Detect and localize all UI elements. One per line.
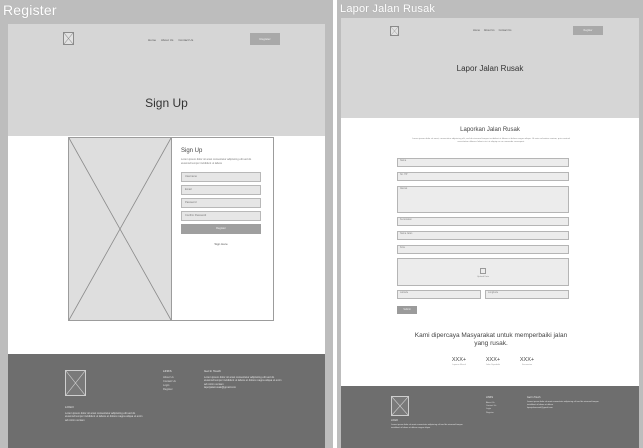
- footer-email[interactable]: laporjalanrusak@gmail.com: [204, 386, 284, 390]
- footer-about: LOGO Lorem ipsum dolor sit amet consecte…: [65, 405, 145, 422]
- username-field[interactable]: Username: [181, 171, 261, 182]
- footer-logo-icon: [391, 396, 409, 416]
- report-form-title: Laporkan Jalan Rusak: [460, 127, 520, 133]
- signup-form-description: Lorem ipsum dolor sit amet consectetur a…: [181, 158, 252, 165]
- image-placeholder: [69, 138, 172, 320]
- report-hero-title: Lapor Jalan Rusak: [456, 64, 524, 73]
- footer-about-text: Lorem ipsum dolor sit amet consectetur a…: [65, 411, 143, 422]
- register-footer: LOGO Lorem ipsum dolor sit amet consecte…: [8, 354, 325, 448]
- footer-links: LINKS About Us Contact Us Login Register: [486, 396, 516, 415]
- footer-contact-heading: Get In Touch: [527, 396, 541, 399]
- footer-contact-heading: Get In Touch: [204, 369, 221, 373]
- nav-home[interactable]: Home: [473, 29, 480, 32]
- footer-links: LINKS About Us Contact Us Login Register: [163, 369, 193, 392]
- report-hero: Home About Us Contact Us Register Lapor …: [341, 18, 639, 118]
- footer-email[interactable]: laporjalanrusak@gmail.com: [527, 407, 603, 410]
- report-footer: LOGO Lorem ipsum dolor sit amet consecte…: [341, 386, 639, 448]
- register-hero-title: Sign Up: [145, 96, 188, 110]
- kota-field[interactable]: Kota: [397, 245, 569, 254]
- signup-card: Sign Up Lorem ipsum dolor sit amet conse…: [68, 137, 274, 321]
- footer-logo-icon: [65, 370, 86, 396]
- register-hero: Home About Us Contact Us Register Sign U…: [8, 24, 325, 136]
- stat-label: Laporan Masuk: [452, 364, 466, 366]
- footer-links-heading: LINKS: [163, 369, 172, 373]
- footer-contact: Get In Touch Lorem ipsum dolor sit amet …: [204, 369, 284, 390]
- report-form-description: Lorem ipsum dolor sit amet, consectetur …: [412, 138, 570, 144]
- report-panel: Lapor Jalan Rusak Home About Us Contact …: [337, 0, 643, 448]
- footer-link-register[interactable]: Register: [486, 412, 516, 415]
- stat-label: Jalan Diperbaiki: [485, 364, 501, 366]
- image-upload-icon: [480, 268, 486, 274]
- footer-about: LOGO Lorem ipsum dolor sit amet consecte…: [391, 419, 471, 430]
- report-submit-button[interactable]: Submit: [397, 306, 417, 314]
- nav-about-us[interactable]: About Us: [484, 29, 495, 32]
- footer-brand: LOGO: [391, 419, 398, 422]
- stat-value: XXX+: [451, 357, 467, 363]
- nav-about-us[interactable]: About Us: [161, 38, 173, 42]
- register-panel: Register Home About Us Contact Us Regist…: [0, 0, 333, 448]
- footer-contact-text: Lorem ipsum dolor sit amet consectetur a…: [204, 375, 282, 386]
- register-submit-button[interactable]: Register: [181, 223, 261, 234]
- logo-icon[interactable]: [63, 32, 74, 45]
- report-navbar: Home About Us Contact Us Register: [341, 18, 639, 38]
- email-field[interactable]: Email: [181, 184, 261, 195]
- signup-form: Sign Up Lorem ipsum dolor sit amet conse…: [181, 148, 261, 246]
- nav-register-button[interactable]: Register: [250, 33, 280, 45]
- stat-reports: XXX+ Laporan Masuk: [445, 357, 473, 366]
- kecamatan-field[interactable]: Kecamatan: [397, 217, 569, 226]
- register-nav-links: Home About Us Contact Us: [148, 38, 193, 42]
- trust-heading: Kami dipercaya Masyarakat untuk memperba…: [414, 332, 568, 347]
- nav-home[interactable]: Home: [148, 38, 156, 42]
- stat-repaired: XXX+ Jalan Diperbaiki: [479, 357, 507, 366]
- stat-value: XXX+: [485, 357, 501, 363]
- report-wireframe-page: Home About Us Contact Us Register Lapor …: [341, 18, 639, 448]
- longitude-field[interactable]: Longitude: [485, 290, 569, 299]
- stat-label: Kecamatan: [521, 364, 533, 366]
- latitude-field[interactable]: Latitude: [397, 290, 481, 299]
- register-wireframe-page: Home About Us Contact Us Register Sign U…: [8, 24, 325, 448]
- alamat-textarea[interactable]: Alamat: [397, 186, 569, 213]
- nama-field[interactable]: Nama: [397, 158, 569, 167]
- signup-form-heading: Sign Up: [181, 148, 203, 154]
- report-nav-links: Home About Us Contact Us: [473, 29, 511, 32]
- nama-jalan-field[interactable]: Nama Jalan: [397, 231, 569, 240]
- report-panel-title: Lapor Jalan Rusak: [340, 3, 436, 15]
- stat-value: XXX+: [519, 357, 535, 363]
- logo-icon[interactable]: [390, 26, 399, 36]
- footer-link-register[interactable]: Register: [163, 388, 193, 392]
- stat-districts: XXX+ Kecamatan: [513, 357, 541, 366]
- nav-contact-us[interactable]: Contact Us: [178, 38, 193, 42]
- footer-about-text: Lorem ipsum dolor sit amet consectetur a…: [391, 424, 463, 429]
- sign-here-link[interactable]: Sign Here: [181, 242, 261, 246]
- register-panel-title: Register: [3, 2, 57, 18]
- nav-contact-us[interactable]: Contact Us: [499, 29, 512, 32]
- password-field[interactable]: Password: [181, 197, 261, 208]
- confirm-password-field[interactable]: Confirm Password: [181, 210, 261, 221]
- footer-contact: Get In Touch Lorem ipsum dolor sit amet …: [527, 396, 603, 410]
- footer-brand: LOGO: [65, 405, 74, 409]
- footer-links-heading: LINKS: [486, 396, 493, 399]
- register-navbar: Home About Us Contact Us Register: [8, 24, 325, 45]
- upload-photo-label: Upload Foto: [477, 276, 489, 278]
- upload-photo-area[interactable]: Upload Foto: [397, 258, 569, 286]
- phone-field[interactable]: No. HP: [397, 172, 569, 181]
- nav-register-button[interactable]: Register: [573, 26, 603, 35]
